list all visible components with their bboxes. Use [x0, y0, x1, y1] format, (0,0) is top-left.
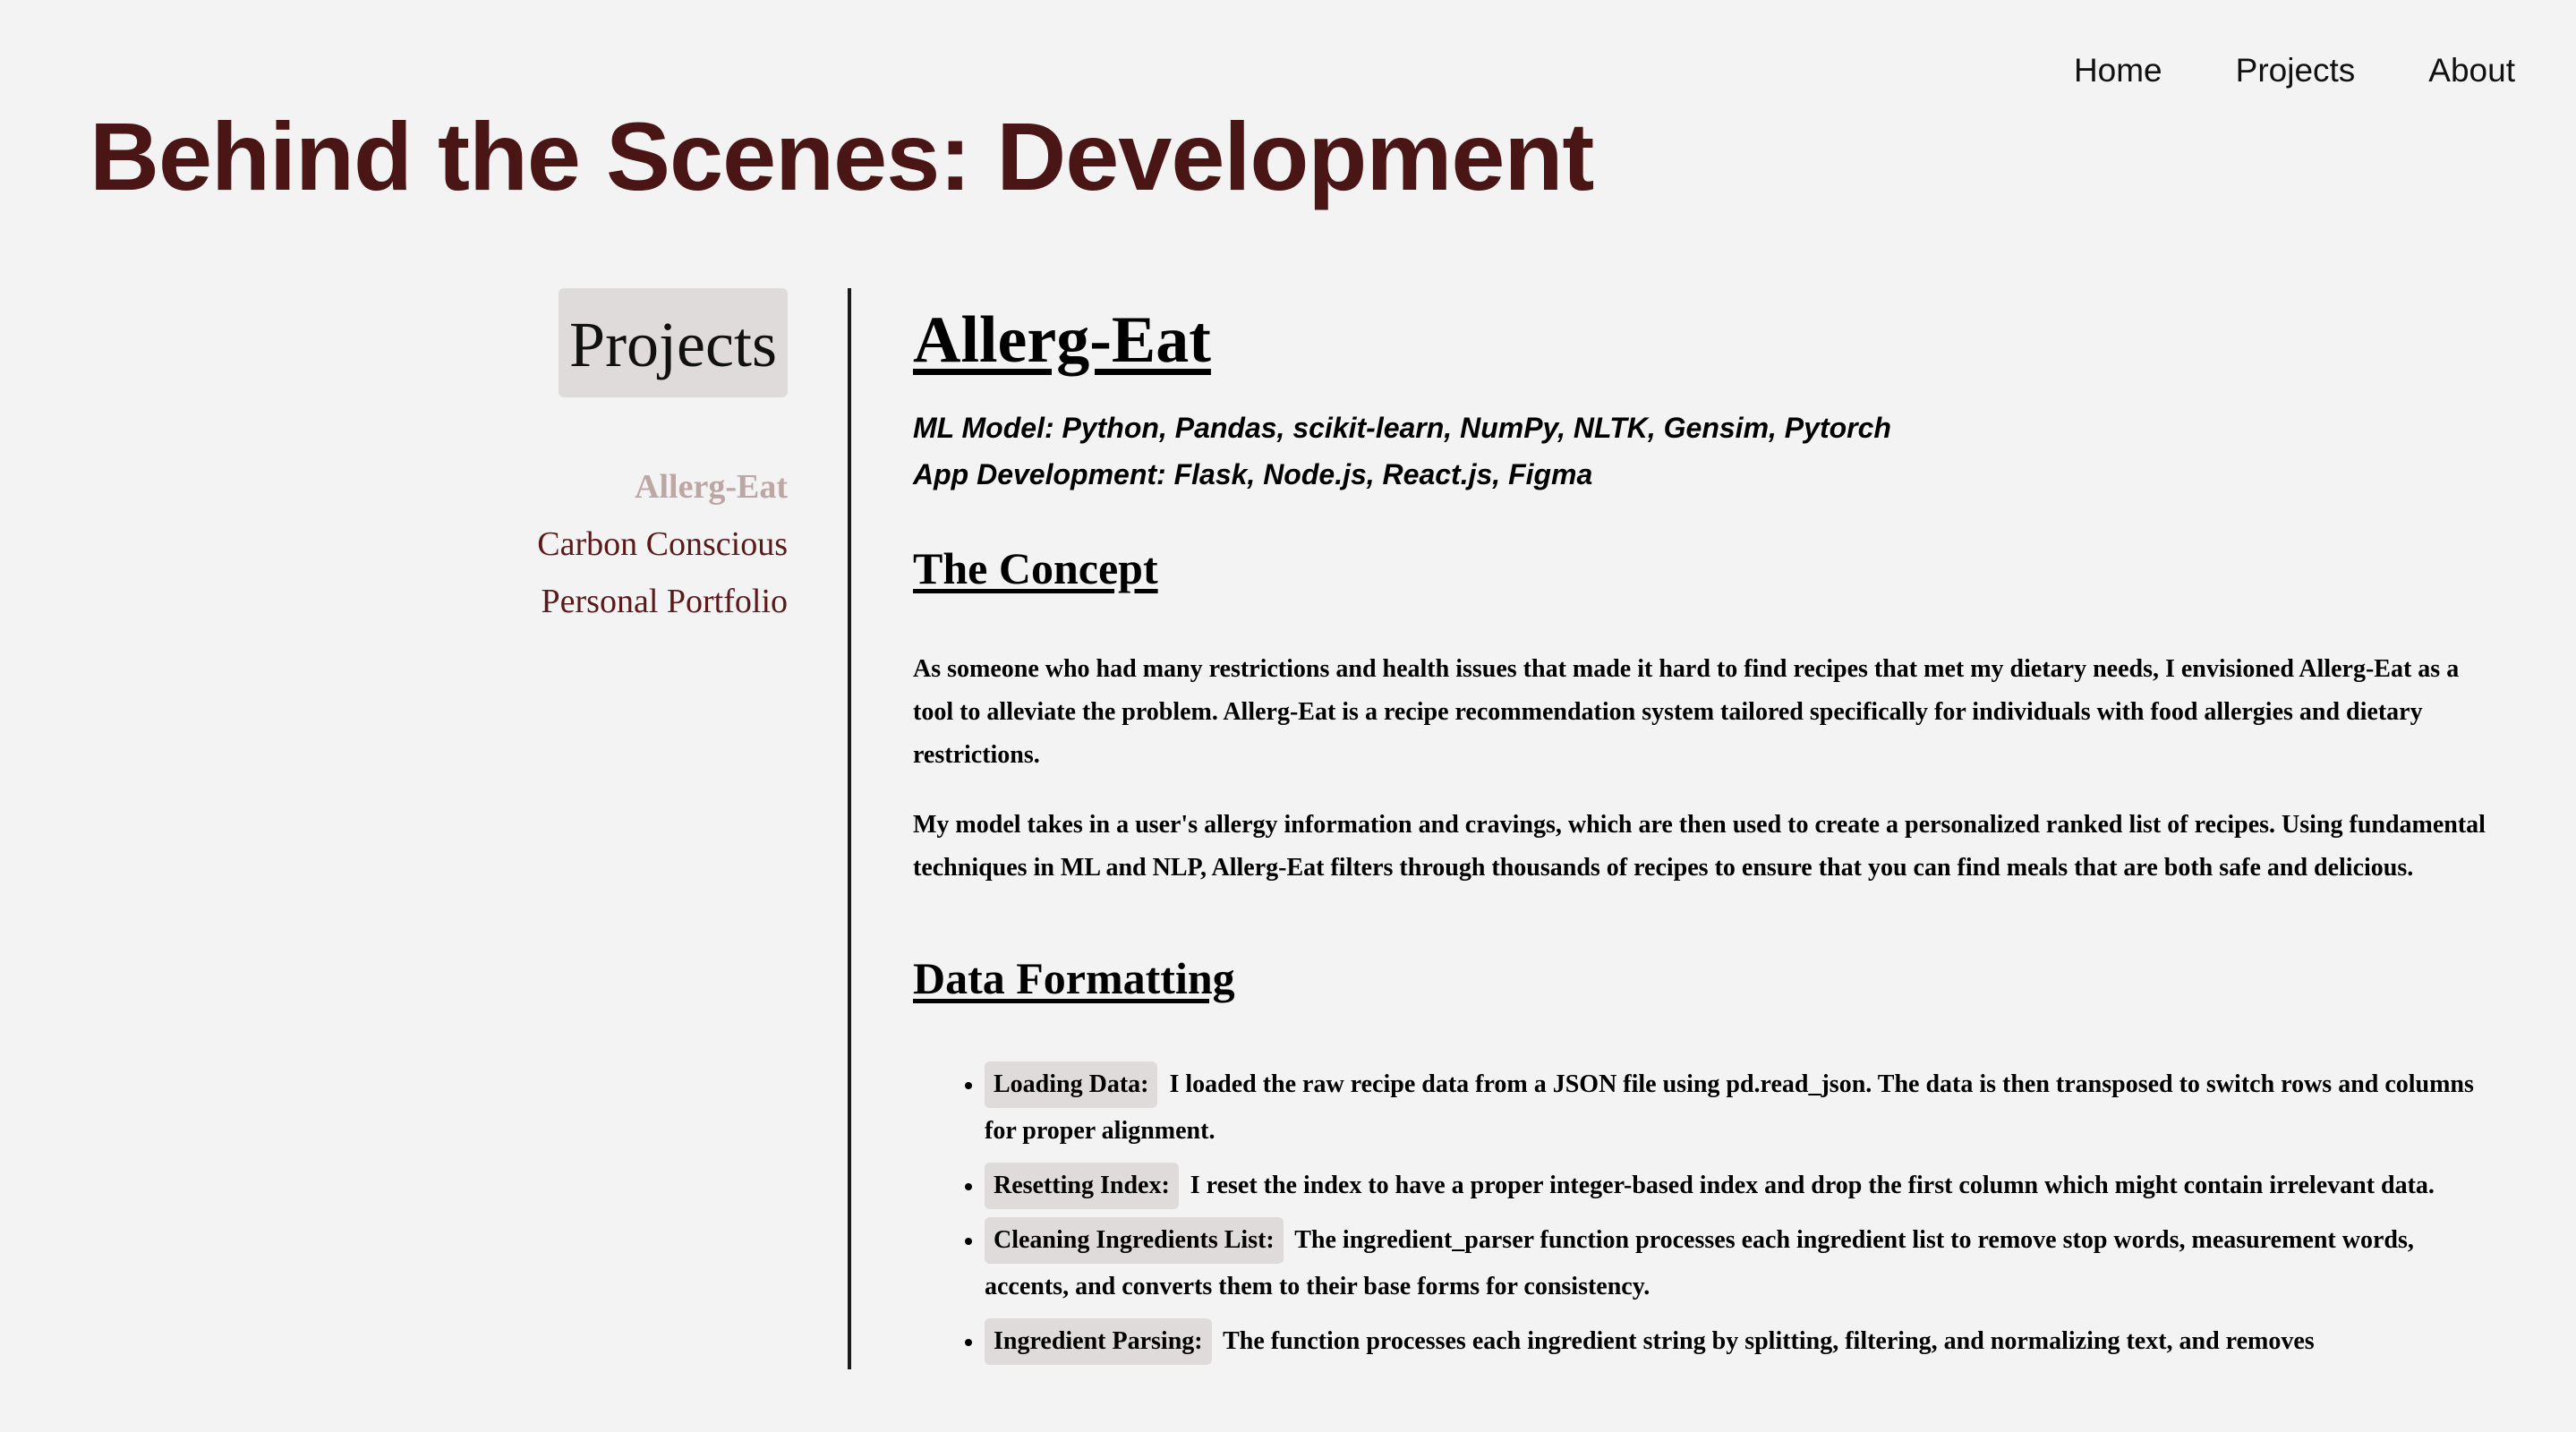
- step-tag: Cleaning Ingredients List:: [985, 1217, 1284, 1264]
- sidebar-heading: Projects: [559, 288, 788, 397]
- list-item: Ingredient Parsing: The function process…: [985, 1318, 2497, 1365]
- concept-paragraph-2: My model takes in a user's allergy infor…: [913, 811, 2486, 882]
- project-content: Allerg-Eat ML Model: Python, Pandas, sci…: [913, 299, 2497, 1373]
- sidebar-project-list: Allerg-Eat Carbon Conscious Personal Por…: [286, 458, 788, 630]
- step-text: I loaded the raw recipe data from a JSON…: [985, 1070, 2474, 1145]
- formatting-steps-list: Loading Data: I loaded the raw recipe da…: [913, 1061, 2497, 1365]
- step-tag: Resetting Index:: [985, 1163, 1179, 1209]
- step-text: The function processes each ingredient s…: [1223, 1327, 2315, 1355]
- formatting-title: Data Formatting: [913, 953, 1235, 1003]
- list-item: Loading Data: I loaded the raw recipe da…: [985, 1061, 2497, 1155]
- page-title: Behind the Scenes: Development: [90, 102, 1594, 210]
- sidebar-item-allerg-eat[interactable]: Allerg-Eat: [286, 458, 788, 516]
- step-tag: Ingredient Parsing:: [985, 1318, 1212, 1365]
- tech-app: App Development: Flask, Node.js, React.j…: [913, 458, 1593, 490]
- list-item: Resetting Index: I reset the index to ha…: [985, 1163, 2497, 1209]
- nav-about-link[interactable]: About: [2428, 52, 2515, 90]
- step-tag: Loading Data:: [985, 1061, 1158, 1108]
- step-text: I reset the index to have a proper integ…: [1190, 1172, 2435, 1199]
- concept-title: The Concept: [913, 543, 1158, 593]
- sidebar-item-carbon-conscious[interactable]: Carbon Conscious: [286, 516, 788, 573]
- sidebar-item-personal-portfolio[interactable]: Personal Portfolio: [286, 573, 788, 630]
- tech-stack: ML Model: Python, Pandas, scikit-learn, …: [913, 405, 2497, 498]
- project-title: Allerg-Eat: [913, 303, 1211, 377]
- tech-ml: ML Model: Python, Pandas, scikit-learn, …: [913, 412, 1891, 444]
- top-nav: Home Projects About: [2074, 52, 2515, 90]
- nav-home-link[interactable]: Home: [2074, 52, 2162, 90]
- sidebar: Projects Allerg-Eat Carbon Conscious Per…: [286, 288, 788, 630]
- vertical-divider: [848, 288, 851, 1369]
- concept-paragraph-1: As someone who had many restrictions and…: [913, 655, 2460, 769]
- nav-projects-link[interactable]: Projects: [2236, 52, 2356, 90]
- list-item: Cleaning Ingredients List: The ingredien…: [985, 1217, 2497, 1310]
